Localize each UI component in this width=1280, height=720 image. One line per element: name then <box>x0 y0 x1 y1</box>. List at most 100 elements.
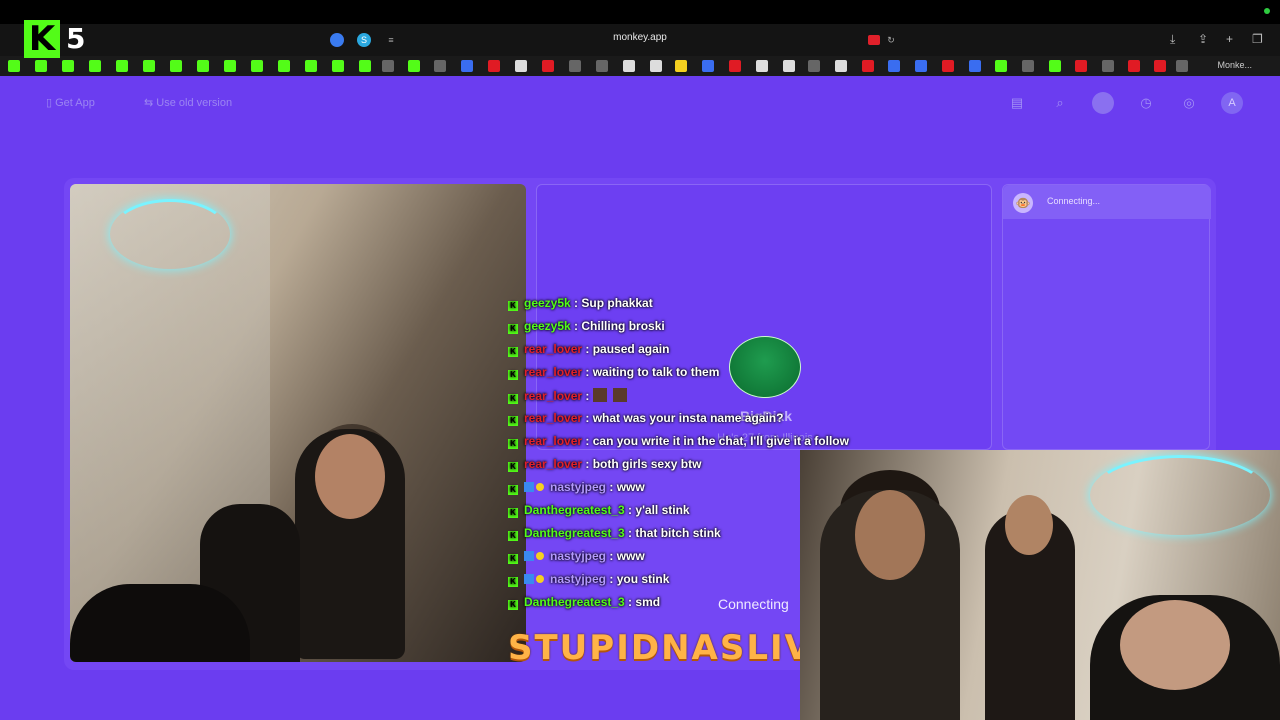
chat-icon[interactable]: ◎ <box>1178 92 1200 114</box>
chat-text: can you write it in the chat, I'll give … <box>592 434 849 448</box>
swap-icon: ⇆ <box>144 97 157 109</box>
bookmark-instagram-icon[interactable] <box>488 60 500 72</box>
bookmark-icon[interactable] <box>569 60 581 72</box>
chat-text: what was your insta name again? <box>592 411 784 425</box>
bookmark-icon[interactable] <box>783 60 795 72</box>
bookmark-kick-icon[interactable] <box>224 60 236 72</box>
bookmark-youtube-icon[interactable] <box>729 60 741 72</box>
bookmark-kick-icon[interactable] <box>359 60 371 72</box>
bookmark-icon[interactable] <box>650 60 662 72</box>
download-icon[interactable]: ⤓ <box>1170 32 1175 47</box>
chat-username[interactable]: geezy5k <box>524 296 571 310</box>
chat-username[interactable]: Danthegreatest_3 <box>524 526 625 540</box>
bookmark-icon[interactable] <box>888 60 900 72</box>
chat-username[interactable]: nastyjpeg <box>550 480 606 494</box>
history-icon[interactable]: ◷ <box>1135 92 1157 114</box>
chat-username[interactable]: rear_lover <box>524 342 582 356</box>
bookmark-kick-icon[interactable] <box>197 60 209 72</box>
new-tab-icon[interactable]: + <box>1226 32 1233 46</box>
chat-username[interactable]: rear_lover <box>524 411 582 425</box>
chat-username[interactable]: rear_lover <box>524 365 582 379</box>
bookmark-icon[interactable] <box>1022 60 1034 72</box>
bookmark-icon[interactable] <box>434 60 446 72</box>
bookmark-icon[interactable] <box>461 60 473 72</box>
kick-badge-icon: K <box>508 439 518 449</box>
use-old-version-button[interactable]: ⇆ Use old version <box>144 96 232 109</box>
chat-separator: : <box>582 365 593 379</box>
chat-username[interactable]: rear_lover <box>524 457 582 471</box>
bookmark-kick-icon[interactable] <box>305 60 317 72</box>
bookmark-kick-icon[interactable] <box>170 60 182 72</box>
store-icon[interactable]: ▤ <box>1006 92 1028 114</box>
bookmark-icon[interactable] <box>1176 60 1188 72</box>
chat-username[interactable]: Danthegreatest_3 <box>524 595 625 609</box>
chat-separator: : <box>606 549 617 563</box>
bookmark-icon[interactable] <box>702 60 714 72</box>
chat-message: Krear_lover : what was your insta name a… <box>508 411 783 429</box>
emote-icon <box>592 388 607 402</box>
chat-text: paused again <box>592 342 670 356</box>
bookmark-kick-icon[interactable] <box>143 60 155 72</box>
bookmark-kick-icon[interactable] <box>251 60 263 72</box>
bookmark-icon[interactable] <box>1049 60 1061 72</box>
chat-separator: : <box>606 480 617 494</box>
address-bar[interactable]: monkey.app <box>560 32 720 43</box>
bookmark-icon[interactable] <box>756 60 768 72</box>
bookmark-youtube-icon[interactable] <box>862 60 874 72</box>
bookmark-youtube-icon[interactable] <box>1075 60 1087 72</box>
bookmark-icon[interactable] <box>1102 60 1114 72</box>
chat-message: Krear_lover : can you write it in the ch… <box>508 434 849 452</box>
chat-message: K Danthegreatest_3 : that bitch stink <box>508 526 721 544</box>
chat-username[interactable]: geezy5k <box>524 319 571 333</box>
bookmark-x-icon[interactable] <box>515 60 527 72</box>
extension-icon[interactable]: S <box>357 33 371 47</box>
bookmark-kick-icon[interactable] <box>8 60 20 72</box>
bookmark-icon[interactable] <box>623 60 635 72</box>
bookmark-monkey[interactable]: Monke... <box>1217 60 1252 70</box>
partner-avatar <box>729 336 801 398</box>
reload-icon[interactable]: ↻ <box>884 33 898 47</box>
profile-button[interactable]: A <box>1221 92 1243 114</box>
share-icon[interactable]: ⇪ <box>1198 32 1208 46</box>
bookmark-icon[interactable] <box>915 60 927 72</box>
kick-badge-icon: K <box>508 577 518 587</box>
bookmark-icon[interactable] <box>596 60 608 72</box>
bookmark-reddit-icon[interactable] <box>942 60 954 72</box>
bookmark-icon[interactable] <box>969 60 981 72</box>
bookmark-youtube-icon[interactable] <box>542 60 554 72</box>
bookmark-icon[interactable] <box>808 60 820 72</box>
extension-icon[interactable] <box>330 33 344 47</box>
app-header: ▯ Get App ⇆ Use old version ▤ ⌕ ◷ ◎ A <box>0 76 1280 132</box>
chat-separator: : <box>624 526 636 540</box>
bookmark-kick-icon[interactable] <box>116 60 128 72</box>
reader-icon[interactable]: ≡ <box>384 33 398 47</box>
person <box>855 490 925 580</box>
bookmark-icon[interactable] <box>382 60 394 72</box>
bookmark-icon[interactable] <box>835 60 847 72</box>
chat-text: both girls sexy btw <box>592 457 702 471</box>
chat-username[interactable]: rear_lover <box>524 389 582 403</box>
chat-username[interactable]: nastyjpeg <box>550 549 606 563</box>
bookmark-kick-icon[interactable] <box>408 60 420 72</box>
avatar-icon[interactable] <box>1092 92 1114 114</box>
chat-message: Krear_lover : both girls sexy btw <box>508 457 701 475</box>
search-icon[interactable]: ⌕ <box>1049 92 1071 114</box>
bookmark-kick-icon[interactable] <box>89 60 101 72</box>
bookmark-kick-icon[interactable] <box>62 60 74 72</box>
bookmark-icon[interactable] <box>995 60 1007 72</box>
person <box>1120 600 1230 690</box>
blue-badge-icon <box>524 482 534 492</box>
bookmark-kick-icon[interactable] <box>35 60 47 72</box>
bookmark-icon[interactable] <box>675 60 687 72</box>
camera-recording-icon[interactable] <box>868 35 880 45</box>
bookmark-youtube-icon[interactable] <box>1128 60 1140 72</box>
connecting-label: Connecting... <box>1047 196 1101 206</box>
chat-username[interactable]: nastyjpeg <box>550 572 606 586</box>
chat-username[interactable]: rear_lover <box>524 434 582 448</box>
tab-overview-icon[interactable]: ❐ <box>1252 32 1263 46</box>
get-app-button[interactable]: ▯ Get App <box>46 96 95 109</box>
bookmark-kick-icon[interactable] <box>332 60 344 72</box>
bookmark-kick-icon[interactable] <box>278 60 290 72</box>
bookmark-youtube-icon[interactable] <box>1154 60 1166 72</box>
chat-username[interactable]: Danthegreatest_3 <box>524 503 625 517</box>
